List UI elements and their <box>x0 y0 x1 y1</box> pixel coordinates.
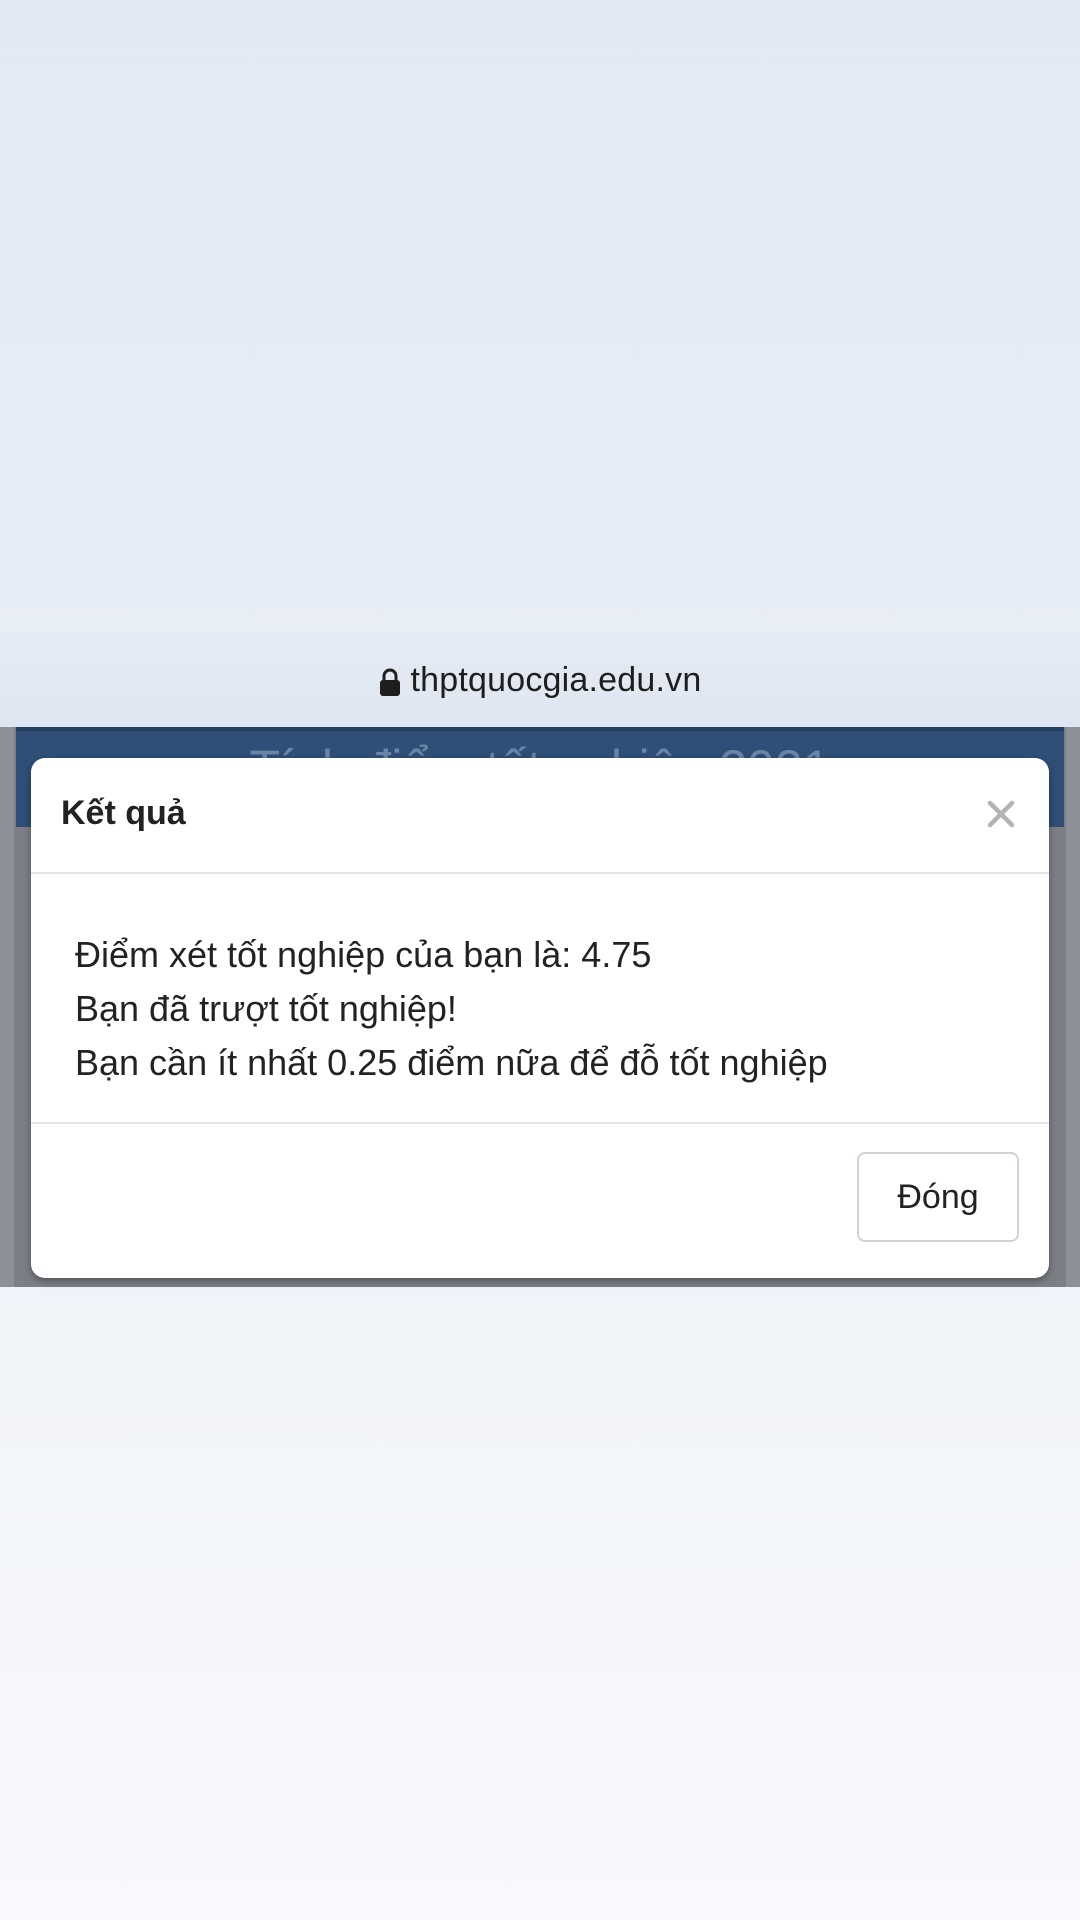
result-modal: Kết quả Điểm xét tốt nghiệp của bạn là: … <box>31 758 1049 1278</box>
url-text: thptquocgia.edu.vn <box>410 660 702 699</box>
points-needed-text: Bạn cần ít nhất 0.25 điểm nữa để đỗ tốt … <box>75 1042 828 1083</box>
browser-address-bar[interactable]: thptquocgia.edu.vn <box>0 633 1080 727</box>
lock-icon <box>379 667 401 697</box>
modal-footer: Đóng <box>31 1124 1049 1278</box>
result-text: Bạn đã trượt tốt nghiệp! <box>75 988 457 1029</box>
score-text: Điểm xét tốt nghiệp của bạn là: 4.75 <box>75 934 652 975</box>
modal-title: Kết quả <box>61 794 186 832</box>
url-display[interactable]: thptquocgia.edu.vn <box>379 661 702 700</box>
modal-body: Điểm xét tốt nghiệp của bạn là: 4.75 Bạn… <box>31 874 1049 1124</box>
close-button[interactable]: Đóng <box>857 1152 1019 1242</box>
modal-header: Kết quả <box>31 758 1049 874</box>
close-icon[interactable] <box>981 794 1021 834</box>
